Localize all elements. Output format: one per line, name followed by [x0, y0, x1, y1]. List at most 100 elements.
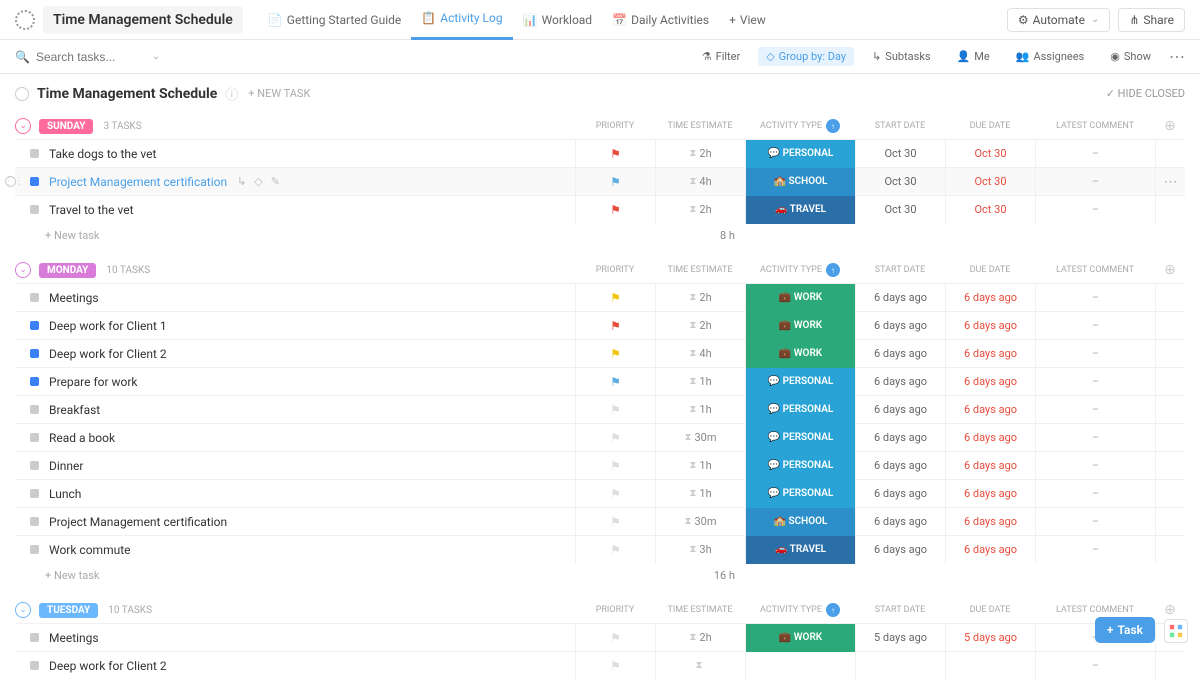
task-row[interactable]: ⋮⋮ Work commute ⚑ ⧗3h 🚗 TRAVEL 6 days ag… [15, 535, 1185, 563]
cell-estimate[interactable]: ⧗2h [655, 196, 745, 224]
status-square[interactable] [30, 321, 39, 330]
task-row[interactable]: ⋮⋮ Dinner ⚑ ⧗1h 💬 PERSONAL 6 days ago 6 … [15, 451, 1185, 479]
row-more[interactable]: ⋯ [1155, 368, 1185, 396]
cell-due[interactable]: Oct 30 [945, 168, 1035, 196]
task-row[interactable]: ⋮⋮ Travel to the vet ⚑ ⧗2h 🚗 TRAVEL Oct … [15, 195, 1185, 223]
status-square[interactable] [30, 405, 39, 414]
task-name[interactable]: Lunch [49, 487, 81, 501]
col-start[interactable]: START DATE [855, 121, 945, 131]
cell-activity[interactable]: 💬 PERSONAL [745, 368, 855, 396]
collapse-icon[interactable]: ⌄ [15, 602, 31, 618]
col-priority[interactable]: PRIORITY [575, 121, 655, 131]
cell-due[interactable]: Oct 30 [945, 140, 1035, 168]
cell-start[interactable]: 5 days ago [855, 624, 945, 652]
col-comment[interactable]: LATEST COMMENT [1035, 265, 1155, 275]
cell-comment[interactable]: – [1035, 424, 1155, 452]
cell-activity[interactable]: 💼 WORK [745, 284, 855, 312]
cell-activity[interactable]: 💬 PERSONAL [745, 480, 855, 508]
task-name[interactable]: Meetings [49, 291, 99, 305]
task-row[interactable]: ⋮⋮ Prepare for work ⚑ ⧗1h 💬 PERSONAL 6 d… [15, 367, 1185, 395]
cell-start[interactable]: 6 days ago [855, 312, 945, 340]
col-activity[interactable]: ACTIVITY TYPE↑ [745, 263, 855, 277]
info-icon[interactable]: ⓘ [225, 84, 238, 103]
cell-activity[interactable]: 🏫 SCHOOL [745, 168, 855, 196]
cell-comment[interactable]: – [1035, 340, 1155, 368]
cell-start[interactable]: 6 days ago [855, 508, 945, 536]
task-name[interactable]: Read a book [49, 431, 115, 445]
col-due[interactable]: DUE DATE [945, 605, 1035, 615]
task-name[interactable]: Breakfast [49, 403, 100, 417]
task-row[interactable]: ⋮⋮ Project Management certification ⚑ ⧗3… [15, 507, 1185, 535]
cell-comment[interactable]: – [1035, 480, 1155, 508]
new-task-button[interactable]: + NEW TASK [248, 87, 310, 100]
cell-due[interactable]: 6 days ago [945, 396, 1035, 424]
row-more[interactable]: ⋯ [1155, 340, 1185, 368]
cell-comment[interactable]: – [1035, 536, 1155, 564]
app-title[interactable]: Time Management Schedule [43, 6, 243, 34]
row-more[interactable]: ⋯ [1155, 168, 1185, 196]
task-name[interactable]: Deep work for Client 1 [49, 319, 167, 333]
cell-due[interactable]: 6 days ago [945, 368, 1035, 396]
cell-priority[interactable]: ⚑ [575, 480, 655, 508]
task-name[interactable]: Work commute [49, 543, 131, 557]
row-more[interactable]: ⋯ [1155, 480, 1185, 508]
col-estimate[interactable]: TIME ESTIMATE [655, 605, 745, 615]
cell-start[interactable]: 6 days ago [855, 340, 945, 368]
cell-due[interactable]: 6 days ago [945, 508, 1035, 536]
col-comment[interactable]: LATEST COMMENT [1035, 121, 1155, 131]
hide-closed-button[interactable]: ✓ HIDE CLOSED [1106, 87, 1185, 100]
show-button[interactable]: ◉ Show [1102, 47, 1159, 66]
drag-handle-icon[interactable]: ⋮⋮ [4, 176, 24, 187]
row-more[interactable]: ⋯ [1155, 424, 1185, 452]
task-row[interactable]: ⋮⋮ Meetings ⚑ ⧗2h 💼 WORK 5 days ago 5 da… [15, 623, 1185, 651]
cell-estimate[interactable]: ⧗3h [655, 536, 745, 564]
cell-activity[interactable]: 🚗 TRAVEL [745, 196, 855, 224]
cell-activity[interactable]: 💬 PERSONAL [745, 424, 855, 452]
cell-priority[interactable]: ⚑ [575, 396, 655, 424]
row-more[interactable]: ⋯ [1155, 140, 1185, 168]
task-row[interactable]: ⋮⋮ Deep work for Client 2 ⚑ ⧗4h 💼 WORK 6… [15, 339, 1185, 367]
cell-activity[interactable]: 🚗 TRAVEL [745, 536, 855, 564]
cell-estimate[interactable]: ⧗4h [655, 340, 745, 368]
cell-start[interactable] [855, 652, 945, 680]
new-task-row[interactable]: + New task [45, 229, 99, 242]
cell-start[interactable]: 6 days ago [855, 284, 945, 312]
task-name[interactable]: Prepare for work [49, 375, 138, 389]
cell-priority[interactable]: ⚑ [575, 368, 655, 396]
cell-due[interactable]: 5 days ago [945, 624, 1035, 652]
status-square[interactable] [30, 177, 39, 186]
add-column-button[interactable]: ⊕ [1155, 262, 1185, 278]
task-row[interactable]: ⋮⋮ Breakfast ⚑ ⧗1h 💬 PERSONAL 6 days ago… [15, 395, 1185, 423]
cell-comment[interactable]: – [1035, 284, 1155, 312]
row-more[interactable]: ⋯ [1155, 312, 1185, 340]
cell-start[interactable]: 6 days ago [855, 396, 945, 424]
cell-comment[interactable]: – [1035, 396, 1155, 424]
filter-button[interactable]: ⚗ Filter [694, 47, 748, 66]
cell-start[interactable]: Oct 30 [855, 196, 945, 224]
cell-due[interactable] [945, 652, 1035, 680]
cell-start[interactable]: Oct 30 [855, 140, 945, 168]
status-square[interactable] [30, 433, 39, 442]
task-row[interactable]: ⋮⋮ Take dogs to the vet ⚑ ⧗2h 💬 PERSONAL… [15, 139, 1185, 167]
add-column-button[interactable]: ⊕ [1155, 118, 1185, 134]
task-name[interactable]: Project Management certification [49, 515, 227, 529]
status-square[interactable] [30, 633, 39, 642]
cell-activity[interactable]: 💬 PERSONAL [745, 140, 855, 168]
row-more[interactable]: ⋯ [1155, 396, 1185, 424]
row-more[interactable]: ⋯ [1155, 652, 1185, 680]
cell-start[interactable]: 6 days ago [855, 480, 945, 508]
status-square[interactable] [30, 149, 39, 158]
status-square[interactable] [30, 293, 39, 302]
task-name[interactable]: Dinner [49, 459, 83, 473]
status-square[interactable] [30, 489, 39, 498]
task-row[interactable]: ⋮⋮ Lunch ⚑ ⧗1h 💬 PERSONAL 6 days ago 6 d… [15, 479, 1185, 507]
row-more[interactable]: ⋯ [1155, 284, 1185, 312]
task-name[interactable]: Deep work for Client 2 [49, 347, 167, 361]
cell-start[interactable]: 6 days ago [855, 536, 945, 564]
search-input[interactable] [36, 50, 146, 64]
cell-priority[interactable]: ⚑ [575, 652, 655, 680]
cell-due[interactable]: Oct 30 [945, 196, 1035, 224]
more-menu[interactable]: ⋯ [1169, 47, 1185, 66]
add-column-button[interactable]: ⊕ [1155, 602, 1185, 618]
cell-due[interactable]: 6 days ago [945, 452, 1035, 480]
